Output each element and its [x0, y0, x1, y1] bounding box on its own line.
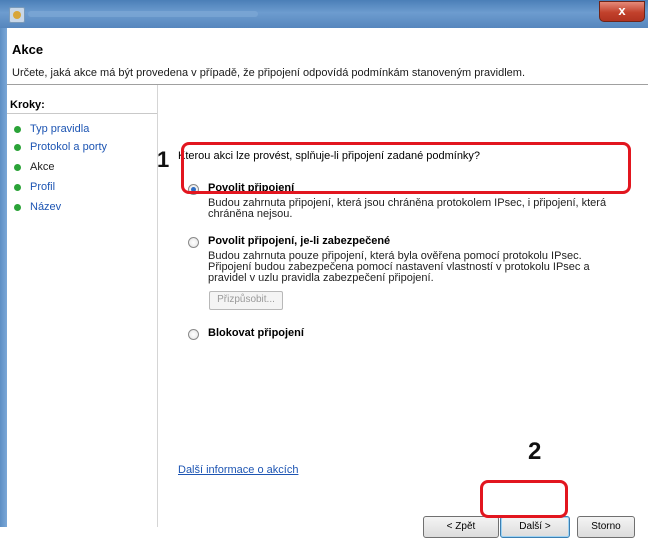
step-bullet-icon — [14, 203, 21, 211]
close-button[interactable]: x — [599, 1, 645, 22]
page-title: Akce — [12, 42, 44, 57]
cancel-button[interactable]: Storno — [577, 516, 635, 538]
step-protocol-ports[interactable]: Protokol a porty — [14, 138, 107, 156]
steps-title: Kroky: — [10, 99, 45, 111]
step-callout-2: 2 — [528, 438, 542, 465]
step-label: Protokol a porty — [30, 141, 108, 153]
title-bar: x — [0, 0, 648, 28]
allow-secure-connection-radio[interactable] — [188, 237, 199, 248]
wizard-window: Akce Určete, jaká akce má být provedena … — [7, 28, 648, 538]
window-frame-left — [0, 28, 7, 527]
allow-secure-connection-description: Budou zahrnuta pouze připojení, která by… — [208, 250, 590, 284]
step-bullet-icon — [14, 125, 21, 133]
step-label: Název — [30, 201, 62, 213]
step-rule-type[interactable]: Typ pravidla — [14, 120, 89, 138]
allow-secure-connection-label[interactable]: Povolit připojení, je-li zabezpečené — [208, 235, 390, 247]
steps-sidebar: Kroky: Typ pravidla Protokol a porty Akc… — [7, 85, 158, 527]
block-connection-radio[interactable] — [188, 329, 199, 340]
step-label: Profil — [30, 181, 56, 193]
step-profile[interactable]: Profil — [14, 178, 55, 196]
step-callout-1: 1 — [157, 147, 170, 172]
step-bullet-icon — [14, 163, 21, 171]
page-description: Určete, jaká akce má být provedena v pří… — [12, 67, 525, 79]
back-button[interactable]: < Zpět — [423, 516, 499, 538]
firewall-app-icon — [9, 7, 25, 23]
customize-button[interactable]: Přizpůsobit... — [209, 291, 283, 310]
step-bullet-icon — [14, 143, 21, 151]
highlight-box-1 — [181, 142, 631, 194]
step-name[interactable]: Název — [14, 198, 61, 216]
step-label: Akce — [30, 161, 55, 173]
step-label: Typ pravidla — [30, 123, 90, 135]
allow-connection-description: Budou zahrnuta připojení, která jsou chr… — [208, 197, 607, 220]
steps-divider — [7, 113, 157, 114]
block-connection-label[interactable]: Blokovat připojení — [208, 327, 304, 339]
step-action[interactable]: Akce — [14, 158, 54, 176]
action-info-link[interactable]: Další informace o akcích — [178, 464, 298, 476]
window-title-blurred — [28, 11, 258, 17]
step-bullet-icon — [14, 183, 21, 191]
next-button[interactable]: Další > — [500, 516, 570, 538]
wizard-header: Akce Určete, jaká akce má být provedena … — [7, 28, 648, 85]
highlight-box-2 — [480, 480, 568, 518]
